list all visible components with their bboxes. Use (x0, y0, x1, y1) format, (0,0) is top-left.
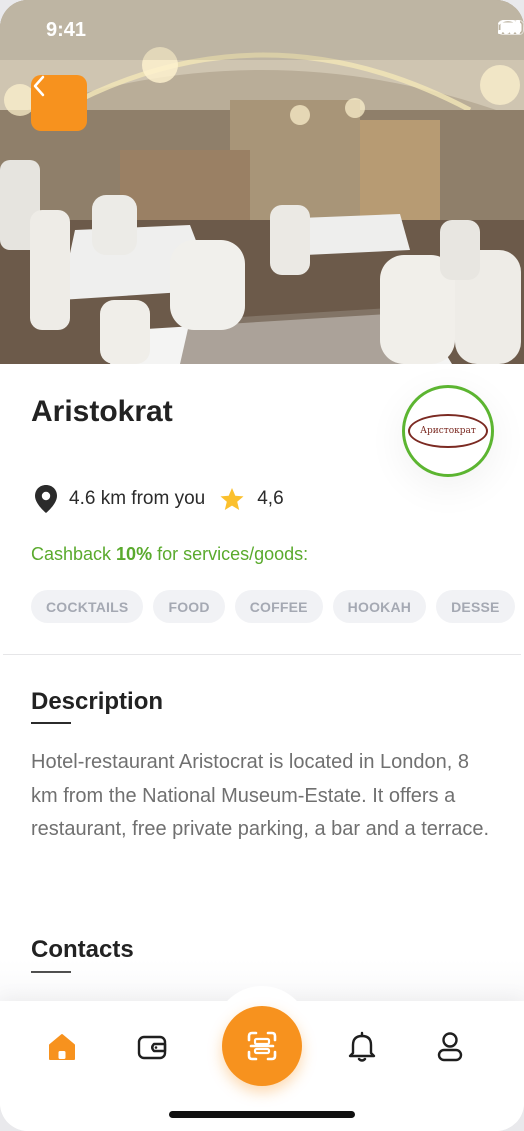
wallet-icon (137, 1035, 167, 1060)
scan-button[interactable] (222, 1006, 302, 1086)
star-icon (220, 487, 244, 510)
category-tags: COCKTAILS FOOD COFFEE HOOKAH DESSE (31, 590, 515, 623)
cashback-percent: 10% (116, 544, 153, 564)
venue-logo-text: Аристократ (420, 426, 476, 436)
nav-home[interactable] (42, 1027, 82, 1067)
venue-logo: Аристократ (402, 385, 494, 477)
description-text: Hotel-restaurant Aristocrat is located i… (31, 751, 490, 840)
back-button[interactable] (31, 75, 87, 131)
venue-photo: 9:41 (0, 0, 524, 364)
cashback-suffix: for services/goods: (152, 544, 309, 564)
venue-rating: 4,6 (257, 488, 284, 509)
profile-icon (437, 1032, 463, 1062)
tag-hookah[interactable]: HOOKAH (332, 590, 427, 623)
cashback-info: Cashback 10% for services/goods: (31, 544, 308, 565)
location-pin-icon (35, 485, 57, 513)
chevron-left-icon (33, 75, 45, 97)
venue-logo-mark: Аристократ (408, 414, 488, 448)
description-title: Description (31, 688, 164, 715)
venue-distance: 4.6 km from you (69, 488, 206, 509)
status-time: 9:41 (46, 19, 87, 41)
description-underline (31, 722, 71, 724)
venue-name: Aristokrat (31, 395, 173, 428)
nav-wallet[interactable] (132, 1027, 172, 1067)
section-divider (3, 654, 521, 655)
tag-desserts[interactable]: DESSE (436, 590, 515, 623)
home-icon (49, 1034, 75, 1060)
nav-notifications[interactable] (342, 1027, 382, 1067)
venue-meta: 4.6 km from you 4,6 (33, 483, 284, 515)
bell-icon (348, 1031, 376, 1062)
tag-coffee[interactable]: COFFEE (234, 590, 323, 623)
status-bar: 9:41 (0, 0, 524, 60)
home-indicator (169, 1111, 355, 1118)
tag-food[interactable]: FOOD (153, 590, 225, 623)
phone-screen: 9:41 Aristokrat Аристократ 4.6 km from y… (0, 0, 524, 1131)
nav-profile[interactable] (430, 1027, 470, 1067)
battery-icon (498, 20, 524, 35)
scan-icon (247, 1031, 277, 1061)
tag-cocktails[interactable]: COCKTAILS (31, 590, 144, 623)
cashback-prefix: Cashback (31, 544, 117, 564)
